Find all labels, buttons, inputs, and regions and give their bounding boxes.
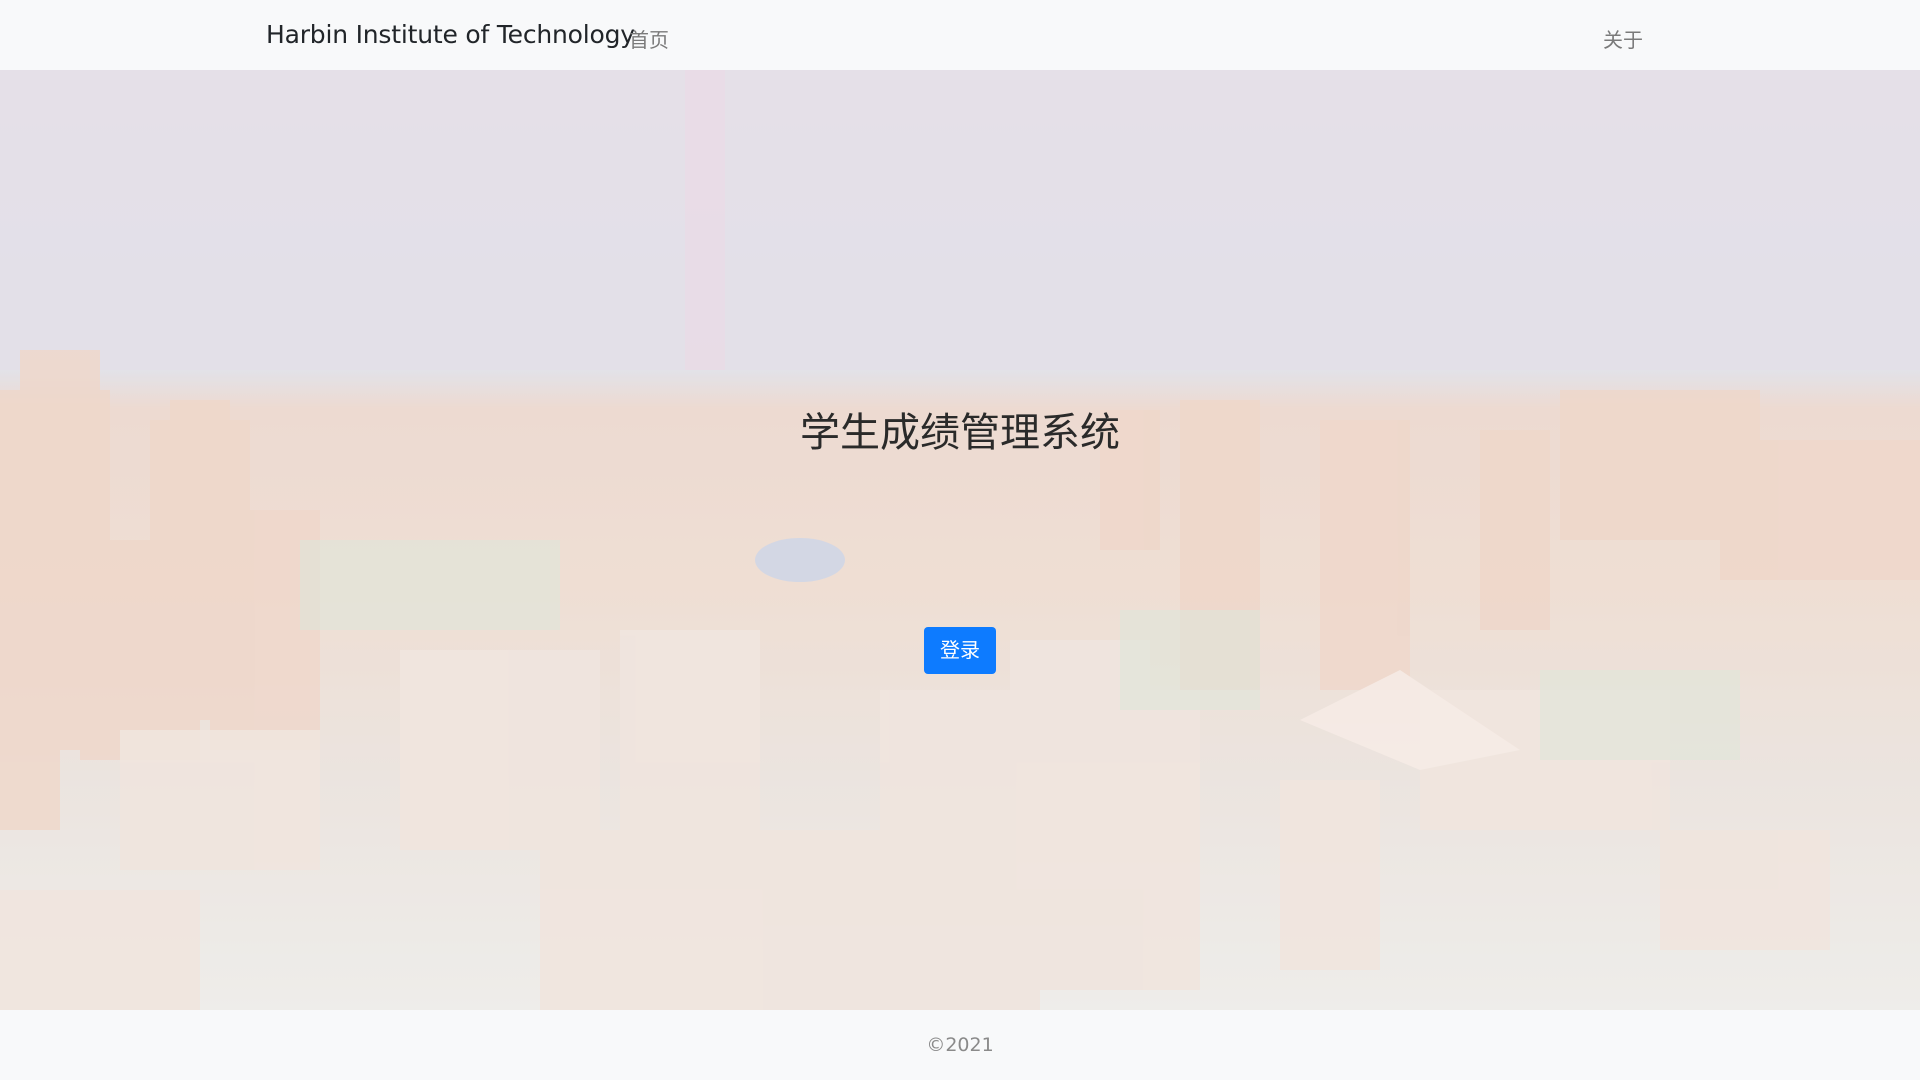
hero-banner: 学生成绩管理系统 登录 — [0, 70, 1920, 1010]
hero-title: 学生成绩管理系统 — [800, 410, 1120, 456]
nav-about-link[interactable]: 关于 — [1603, 24, 1643, 53]
campus-background-image — [0, 70, 1920, 1010]
nav-home-link[interactable]: 首页 — [629, 24, 669, 53]
login-button[interactable]: 登录 — [924, 627, 996, 674]
footer: ©2021 — [0, 1010, 1920, 1080]
copyright-text: ©2021 — [926, 1034, 994, 1056]
brand-link[interactable]: Harbin Institute of Technology — [266, 20, 635, 49]
navbar: Harbin Institute of Technology 首页 关于 — [0, 0, 1920, 70]
